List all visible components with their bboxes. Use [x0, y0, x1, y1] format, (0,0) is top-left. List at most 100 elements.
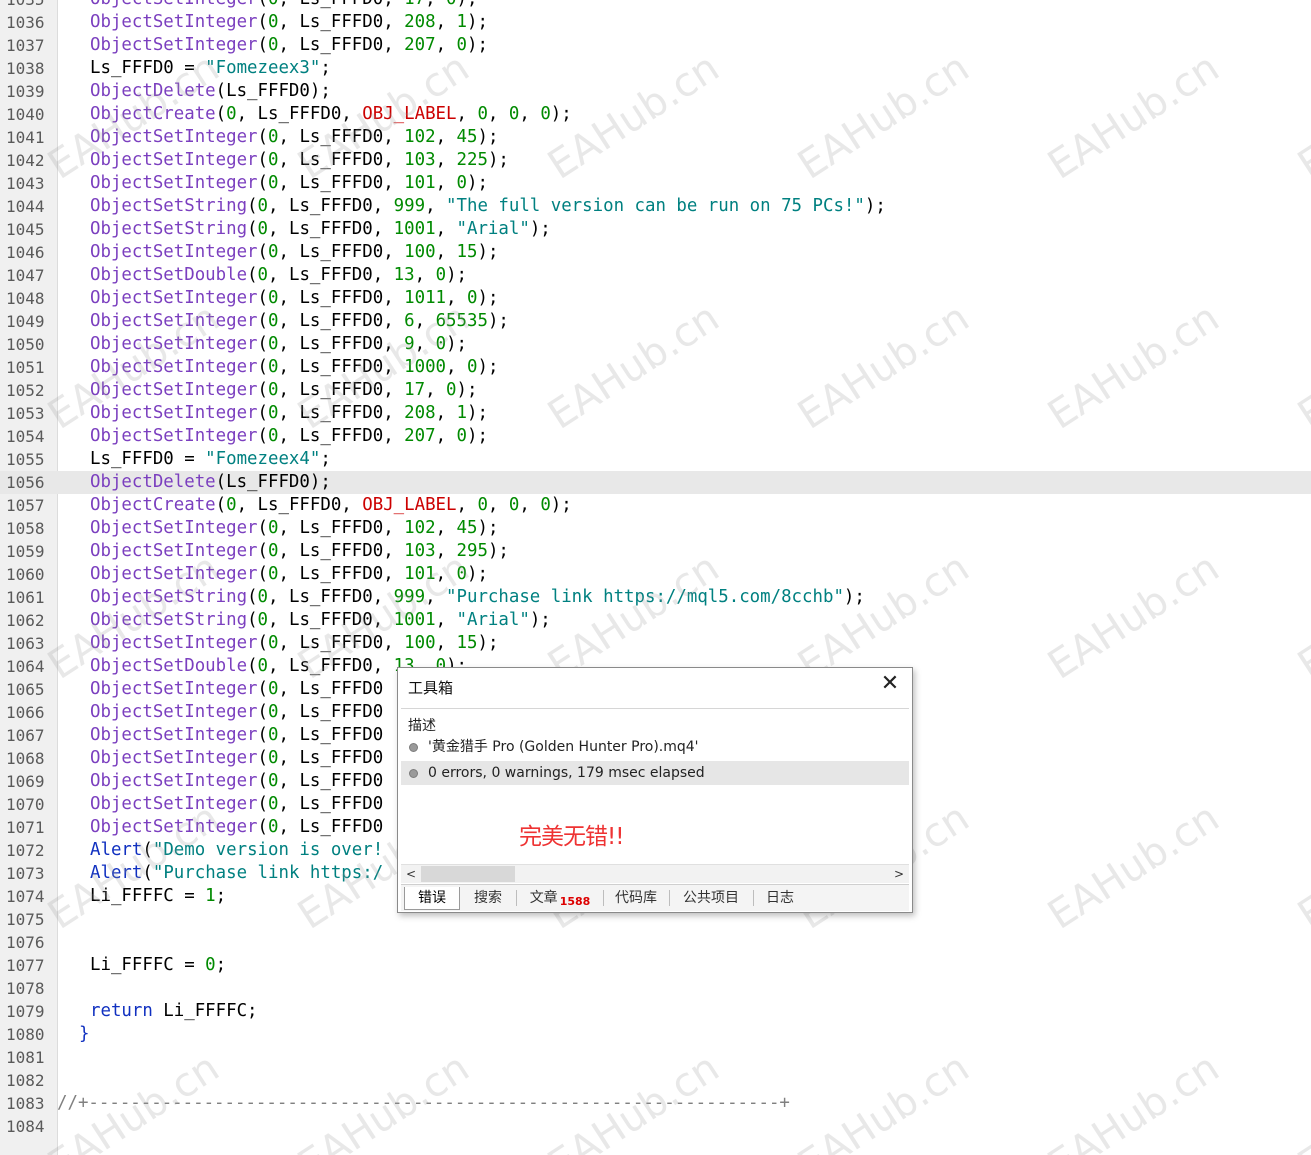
code-token: 999 [393, 587, 426, 607]
line-source: ObjectSetDouble(0, Ls_FFFD0, 13, 0); [90, 264, 467, 287]
line-source: ObjectSetInteger(0, Ls_FFFD0, 1000, 0); [90, 356, 498, 379]
line-number: 1048 [6, 289, 45, 308]
horizontal-scrollbar[interactable]: < > [401, 864, 909, 883]
code-token: ObjectSetInteger [90, 794, 258, 814]
code-line[interactable]: 1052 ObjectSetInteger(0, Ls_FFFD0, 17, 0)… [0, 379, 1311, 402]
line-number: 1062 [6, 611, 45, 630]
code-line[interactable]: 1040 ObjectCreate(0, Ls_FFFD0, OBJ_LABEL,… [0, 103, 1311, 126]
code-line[interactable]: 1041 ObjectSetInteger(0, Ls_FFFD0, 102, 4… [0, 126, 1311, 149]
code-line[interactable]: 1056 ObjectDelete(Ls_FFFD0); [0, 471, 1311, 494]
tab-public-projects[interactable]: 公共项目 [673, 887, 749, 909]
code-token: Li_FFFFC = [90, 955, 206, 975]
code-line[interactable]: 1083 //+---------------------------------… [0, 1092, 1311, 1115]
code-line[interactable]: 1035ObjectSetInteger(0, Ls_FFFD0, 17, 0)… [0, 0, 1311, 11]
scrollbar-thumb[interactable] [421, 866, 515, 882]
tab-errors[interactable]: 错误 [404, 887, 460, 910]
line-source: ObjectSetInteger(0, Ls_FFFD0, 103, 225); [90, 149, 509, 172]
tab-search[interactable]: 搜索 [463, 887, 513, 909]
code-token: ( [257, 748, 269, 768]
code-line[interactable]: 1042 ObjectSetInteger(0, Ls_FFFD0, 103, 2… [0, 149, 1311, 172]
code-token: , Ls_FFFD0, [279, 0, 405, 9]
code-line[interactable]: 1077 Li_FFFFC = 0; [0, 954, 1311, 977]
code-editor[interactable]: 1035ObjectSetInteger(0, Ls_FFFD0, 17, 0)… [0, 0, 1311, 1138]
code-token: , [435, 150, 457, 170]
line-number: 1064 [6, 657, 45, 676]
code-line[interactable]: 1084 [0, 1115, 1311, 1138]
code-token: ( [257, 426, 269, 446]
code-line[interactable]: 1049 ObjectSetInteger(0, Ls_FFFD0, 6, 655… [0, 310, 1311, 333]
description-column-header[interactable]: 描述 [408, 715, 436, 735]
code-line[interactable]: 1079 return Li_FFFFC; [0, 1000, 1311, 1023]
message-row[interactable]: 0 errors, 0 warnings, 179 msec elapsed [401, 761, 909, 785]
code-token: ObjectSetInteger [90, 817, 258, 837]
line-number: 1063 [6, 634, 45, 653]
code-line[interactable]: 1054 ObjectSetInteger(0, Ls_FFFD0, 207, 0… [0, 425, 1311, 448]
code-token: , Ls_FFFD0 [278, 771, 384, 791]
code-line[interactable]: 1037 ObjectSetInteger(0, Ls_FFFD0, 207, 0… [0, 34, 1311, 57]
code-line[interactable]: 1036 ObjectSetInteger(0, Ls_FFFD0, 208, 1… [0, 11, 1311, 34]
code-line[interactable]: 1060 ObjectSetInteger(0, Ls_FFFD0, 101, 0… [0, 563, 1311, 586]
code-line[interactable]: 1053 ObjectSetInteger(0, Ls_FFFD0, 208, 1… [0, 402, 1311, 425]
code-line[interactable]: 1081 [0, 1046, 1311, 1069]
code-line[interactable]: 1045 ObjectSetString(0, Ls_FFFD0, 1001, "… [0, 218, 1311, 241]
tab-journal[interactable]: 日志 [757, 887, 803, 909]
scroll-left-icon[interactable]: < [403, 865, 419, 883]
code-token: Ls_FFFD0 = [90, 449, 206, 469]
code-line[interactable]: 1046 ObjectSetInteger(0, Ls_FFFD0, 100, 1… [0, 241, 1311, 264]
code-line[interactable]: 1061 ObjectSetString(0, Ls_FFFD0, 999, "P… [0, 586, 1311, 609]
code-line[interactable]: 1044 ObjectSetString(0, Ls_FFFD0, 999, "T… [0, 195, 1311, 218]
code-line[interactable]: 1050 ObjectSetInteger(0, Ls_FFFD0, 9, 0); [0, 333, 1311, 356]
code-line[interactable]: 1039 ObjectDelete(Ls_FFFD0); [0, 80, 1311, 103]
code-token: ( [257, 541, 269, 561]
code-token: , [456, 104, 478, 124]
line-source: ObjectSetInteger(0, Ls_FFFD0, 101, 0); [90, 563, 488, 586]
code-token: ( [247, 610, 258, 630]
code-line[interactable]: 1062 ObjectSetString(0, Ls_FFFD0, 1001, "… [0, 609, 1311, 632]
code-token: "Arial" [456, 219, 530, 239]
code-line[interactable]: 1058 ObjectSetInteger(0, Ls_FFFD0, 102, 4… [0, 517, 1311, 540]
code-line[interactable]: 1047 ObjectSetDouble(0, Ls_FFFD0, 13, 0); [0, 264, 1311, 287]
code-line[interactable]: 1076 [0, 931, 1311, 954]
code-token: 0 [508, 104, 520, 124]
code-line[interactable]: 1051 ObjectSetInteger(0, Ls_FFFD0, 1000, … [0, 356, 1311, 379]
code-token: 6 [404, 311, 415, 331]
tab-articles[interactable]: 文章 1588 [519, 887, 601, 909]
line-source: Ls_FFFD0 = "Fomezeex4"; [90, 448, 331, 471]
code-token: 1 [456, 12, 467, 32]
line-number: 1067 [6, 726, 45, 745]
close-icon[interactable]: ✕ [878, 672, 902, 696]
code-line[interactable]: 1038 Ls_FFFD0 = "Fomezeex3"; [0, 57, 1311, 80]
line-number: 1054 [6, 427, 45, 446]
line-number: 1047 [6, 266, 45, 285]
line-source: ObjectCreate(0, Ls_FFFD0, OBJ_LABEL, 0, … [90, 494, 572, 517]
code-line[interactable]: 1063 ObjectSetInteger(0, Ls_FFFD0, 100, 1… [0, 632, 1311, 655]
code-token: ( [247, 265, 258, 285]
code-line[interactable]: 1082 [0, 1069, 1311, 1092]
toolbox-tabs: 错误 搜索 文章 1588 代码库 公共项目 日志 [401, 884, 909, 911]
code-token: ObjectSetInteger [90, 334, 258, 354]
code-token: 45 [456, 127, 478, 147]
code-line[interactable]: 1078 [0, 977, 1311, 1000]
code-token: 0 [456, 173, 467, 193]
code-token: , Ls_FFFD0, [236, 104, 363, 124]
line-number: 1082 [6, 1071, 45, 1090]
code-line[interactable]: 1057 ObjectCreate(0, Ls_FFFD0, OBJ_LABEL,… [0, 494, 1311, 517]
code-token: 102 [404, 518, 436, 538]
code-token: , Ls_FFFD0 [278, 679, 384, 699]
code-token: ObjectSetInteger [90, 771, 258, 791]
code-line[interactable]: 1043 ObjectSetInteger(0, Ls_FFFD0, 101, 0… [0, 172, 1311, 195]
code-line[interactable]: 1048 ObjectSetInteger(0, Ls_FFFD0, 1011, … [0, 287, 1311, 310]
scroll-right-icon[interactable]: > [891, 865, 907, 883]
code-line[interactable]: 1080} [0, 1023, 1311, 1046]
code-token: ); [487, 311, 509, 331]
line-number: 1056 [6, 473, 45, 492]
message-row[interactable]: '黄金猎手 Pro (Golden Hunter Pro).mq4' [401, 735, 909, 759]
code-line[interactable]: 1059 ObjectSetInteger(0, Ls_FFFD0, 103, 2… [0, 540, 1311, 563]
code-token: OBJ_LABEL [362, 495, 457, 515]
line-number: 1046 [6, 243, 45, 262]
line-number: 1036 [6, 13, 45, 32]
code-token: ; [320, 449, 331, 469]
tab-code-base[interactable]: 代码库 [606, 887, 666, 909]
code-line[interactable]: 1055 Ls_FFFD0 = "Fomezeex4"; [0, 448, 1311, 471]
line-number: 1084 [6, 1117, 45, 1136]
